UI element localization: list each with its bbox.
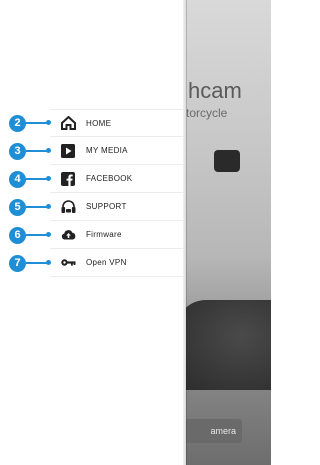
callout-badge: 4 — [9, 170, 26, 188]
background-app-screen: hcam torcycle amera — [186, 0, 271, 465]
callout-badge: 6 — [9, 226, 26, 244]
home-icon — [60, 115, 76, 131]
menu-row-support: 5 SUPPORT — [0, 193, 190, 221]
support-headset-icon — [60, 199, 76, 215]
callout-badge: 2 — [9, 114, 26, 132]
callout-line — [26, 260, 51, 265]
background-camera-button-label: amera — [210, 426, 236, 436]
callout-line — [26, 120, 51, 125]
facebook-icon — [60, 171, 76, 187]
play-icon — [60, 143, 76, 159]
callout-badge: 7 — [9, 254, 26, 272]
menu-item-label: MY MEDIA — [86, 146, 128, 155]
menu-item-label: Open VPN — [86, 258, 127, 267]
callout-line — [26, 232, 51, 237]
cloud-upload-icon — [60, 227, 76, 243]
callout-line — [26, 204, 51, 209]
menu-item-home[interactable]: HOME — [50, 109, 184, 137]
menu-item-label: FACEBOOK — [86, 174, 133, 183]
menu-item-support[interactable]: SUPPORT — [50, 194, 184, 221]
menu-row-firmware: 6 Firmware — [0, 221, 190, 249]
background-camera-button[interactable]: amera — [186, 419, 242, 443]
key-icon — [60, 255, 76, 271]
menu-item-firmware[interactable]: Firmware — [50, 222, 184, 249]
menu-row-facebook: 4 FACEBOOK — [0, 165, 190, 193]
callout-badge: 5 — [9, 198, 26, 216]
callout-line — [26, 176, 51, 181]
menu-item-label: HOME — [86, 118, 112, 128]
navigation-drawer-menu: 2 HOME 3 MY MEDIA 4 FACEBOOK 5 SUPPORT 6… — [0, 109, 190, 277]
dashcam-device-image — [214, 150, 240, 172]
menu-row-my-media: 3 MY MEDIA — [0, 137, 190, 165]
menu-row-open-vpn: 7 Open VPN — [0, 249, 190, 277]
menu-item-label: Firmware — [86, 230, 122, 239]
menu-item-my-media[interactable]: MY MEDIA — [50, 138, 184, 165]
background-title: hcam — [188, 78, 242, 103]
car-dashboard-image — [186, 300, 271, 390]
background-subtitle: torcycle — [186, 106, 228, 120]
callout-line — [26, 148, 51, 153]
callout-badge: 3 — [9, 142, 26, 160]
menu-row-home: 2 HOME — [0, 109, 190, 137]
menu-item-open-vpn[interactable]: Open VPN — [50, 250, 184, 277]
menu-item-facebook[interactable]: FACEBOOK — [50, 166, 184, 193]
menu-item-label: SUPPORT — [86, 202, 127, 211]
